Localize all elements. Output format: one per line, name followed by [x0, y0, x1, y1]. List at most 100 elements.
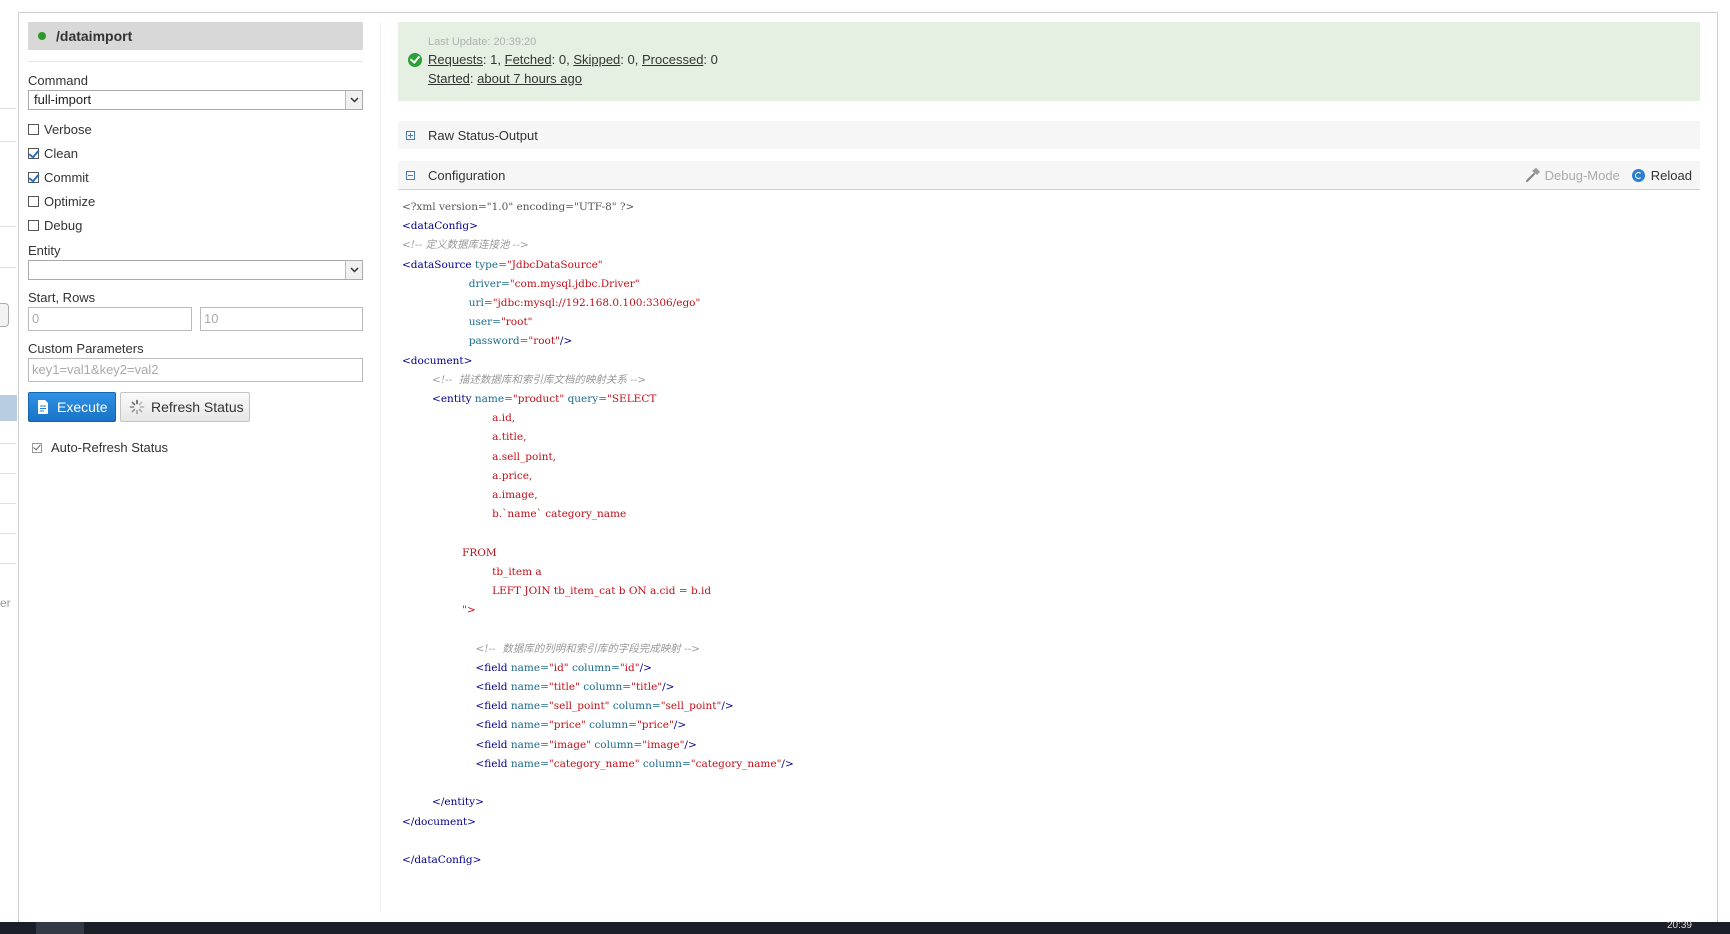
code-attr: column= — [642, 757, 691, 770]
rows-input[interactable]: 10 — [200, 307, 363, 331]
last-update-time: 20:39:20 — [493, 36, 537, 48]
command-label: Command — [28, 73, 88, 88]
verbose-checkbox-row[interactable]: Verbose — [28, 117, 363, 141]
code-tag-end: /> — [673, 719, 687, 732]
code-dataconfig-open: <dataConfig> — [402, 220, 478, 233]
panel-header: /dataimport — [28, 22, 363, 50]
debug-checkbox[interactable] — [28, 219, 39, 231]
code-attr: type= — [475, 258, 507, 271]
commit-checkbox[interactable] — [28, 171, 39, 183]
code-value: "category_name" — [690, 757, 782, 770]
entity-label: Entity — [28, 243, 61, 258]
debug-checkbox-row[interactable]: Debug — [28, 213, 363, 237]
code-comment-datasource: <!-- 定义数据库连接池 --> — [402, 239, 529, 252]
code-value: "image" — [642, 738, 685, 751]
code-attr: column= — [571, 661, 620, 674]
code-field-tag: <field — [475, 738, 508, 751]
code-field-tag: <field — [475, 681, 508, 694]
code-value: "id" — [548, 661, 569, 674]
configuration-code[interactable]: <?xml version="1.0" encoding="UTF-8" ?> … — [402, 198, 1692, 878]
code-field-tag: <field — [475, 757, 508, 770]
status-started: Started: about 7 hours ago — [428, 71, 582, 86]
code-sql-line: a.image, — [492, 489, 538, 502]
auto-refresh-checkbox[interactable] — [32, 442, 42, 453]
hammer-icon — [1525, 167, 1540, 183]
code-value: "com.mysql.jdbc.Driver" — [509, 277, 640, 290]
reload-label: Reload — [1650, 167, 1692, 183]
verbose-checkbox[interactable] — [28, 123, 39, 135]
clean-checkbox-row[interactable]: Clean — [28, 141, 363, 165]
fetched-value: 0 — [558, 52, 567, 67]
code-value: "product" — [512, 393, 565, 406]
custom-params-input[interactable]: key1=val1&key2=val2 — [28, 358, 363, 382]
code-value: "title" — [631, 681, 663, 694]
expand-icon[interactable] — [406, 130, 415, 140]
sidebar-selected-item[interactable] — [0, 395, 17, 421]
status-box: Last Update: 20:39:20 Requests: 1, Fetch… — [398, 22, 1700, 101]
auto-refresh-row[interactable]: Auto-Refresh Status — [28, 440, 363, 455]
code-field-tag: <field — [475, 700, 508, 713]
taskbar-app-button[interactable] — [36, 922, 84, 934]
code-value: "JdbcDataSource" — [506, 258, 603, 271]
fetched-label: Fetched — [504, 52, 552, 67]
debug-label: Debug — [44, 217, 83, 233]
code-attr: name= — [510, 661, 549, 674]
commit-checkbox-row[interactable]: Commit — [28, 165, 363, 189]
start-input[interactable]: 0 — [28, 307, 192, 331]
debug-mode-link[interactable]: Debug-Mode — [1525, 167, 1620, 183]
code-tag-end: /> — [721, 700, 734, 713]
code-value: "root" — [528, 335, 560, 348]
code-tag-end: /> — [684, 738, 697, 751]
code-sql-line: LEFT JOIN tb_item_cat b ON a.cid = b.id — [492, 585, 712, 598]
started-label: Started — [428, 71, 470, 86]
collapse-icon[interactable] — [406, 170, 415, 180]
clean-checkbox[interactable] — [28, 147, 39, 159]
refresh-status-label: Refresh Status — [151, 399, 244, 415]
code-dataconfig-close: </dataConfig> — [402, 853, 482, 866]
sidebar-fragment: er — [0, 0, 18, 922]
optimize-checkbox-row[interactable]: Optimize — [28, 189, 363, 213]
code-sql-line: a.id, — [492, 412, 516, 425]
code-tag-end: /> — [781, 757, 794, 770]
optimize-checkbox[interactable] — [28, 195, 39, 207]
auto-refresh-label: Auto-Refresh Status — [51, 440, 169, 455]
code-attr: column= — [589, 719, 637, 732]
code-attr: query= — [567, 393, 608, 406]
code-value: "root" — [500, 316, 533, 329]
code-comment-fields: <!-- 数据库的列明和索引库的字段完成映射 --> — [475, 642, 700, 655]
code-tag-end: /> — [662, 681, 675, 694]
document-icon — [38, 400, 48, 414]
skipped-value: 0 — [627, 52, 635, 67]
debug-mode-label: Debug-Mode — [1544, 167, 1620, 183]
raw-status-output-section[interactable]: Raw Status-Output — [398, 121, 1700, 149]
command-select[interactable]: full-import — [28, 90, 363, 110]
code-comment-mapping: <!-- 描述数据库和索引库文档的映射关系 --> — [432, 373, 647, 386]
sidebar-fragment-text: er — [0, 596, 11, 610]
code-document-open: <document> — [402, 354, 473, 367]
code-value: "image" — [548, 738, 592, 751]
last-update: Last Update: 20:39:20 — [428, 36, 1700, 48]
spinner-icon — [129, 399, 145, 415]
refresh-status-button[interactable]: Refresh Status — [120, 392, 250, 422]
sidebar-toggle-handle[interactable] — [0, 303, 9, 327]
code-sql-line: a.price, — [492, 469, 533, 482]
status-counts: Requests: 1, Fetched: 0, Skipped: 0, Pro… — [428, 52, 718, 67]
command-select-value: full-import — [34, 92, 92, 107]
code-value: "id" — [619, 661, 640, 674]
code-tag-end: /> — [559, 335, 573, 348]
code-attr: column= — [594, 738, 643, 751]
verbose-label: Verbose — [44, 121, 92, 137]
code-sql-line: tb_item a — [492, 565, 542, 578]
entity-select[interactable] — [28, 260, 363, 280]
configuration-section[interactable]: Configuration Debug-Mode Reload — [398, 161, 1700, 189]
skipped-label: Skipped — [573, 52, 621, 67]
chevron-down-icon[interactable] — [345, 261, 362, 279]
execute-button[interactable]: Execute — [28, 392, 116, 422]
code-value: "price" — [636, 719, 674, 732]
reload-button[interactable]: Reload — [1631, 167, 1692, 183]
code-attr: name= — [510, 681, 549, 694]
code-attr: url= — [468, 297, 493, 310]
chevron-down-icon[interactable] — [345, 91, 362, 109]
custom-params-label: Custom Parameters — [28, 341, 144, 356]
code-sql-line: a.title, — [492, 431, 527, 444]
